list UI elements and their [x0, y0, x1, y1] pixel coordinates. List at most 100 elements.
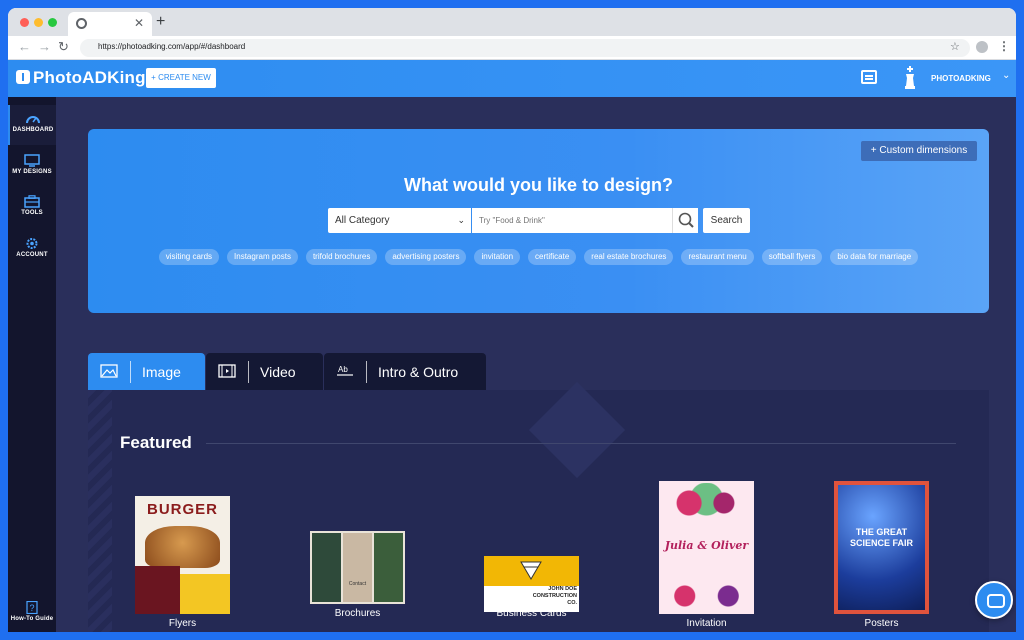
featured-card-brochures[interactable]: Contact Brochures [310, 531, 405, 619]
tag-chip[interactable]: advertising posters [385, 249, 467, 265]
chevron-down-icon[interactable]: ⌄ [1002, 70, 1010, 81]
toolbox-icon [24, 195, 40, 208]
chrome-icon [76, 18, 87, 29]
business-card-thumbnail: JOHN DOE CONSTRUCTION CO. [484, 556, 579, 612]
sidebar-item-account[interactable]: ACCOUNT [8, 230, 56, 270]
featured-card-business-cards[interactable]: JOHN DOE CONSTRUCTION CO. Business Cards [484, 556, 579, 619]
create-new-button[interactable]: + CREATE NEW [146, 68, 216, 88]
tab-image[interactable]: Image [88, 353, 205, 390]
chevron-down-icon: ⌄ [457, 215, 465, 225]
new-tab-button[interactable]: + [156, 12, 165, 32]
tab-divider [130, 361, 131, 383]
tab-label: Image [142, 364, 181, 380]
featured-card-invitation[interactable]: Julia & Oliver Invitation [659, 481, 754, 629]
dashboard-gauge-icon [26, 116, 40, 124]
bookmark-star-icon[interactable]: ☆ [950, 40, 960, 53]
thumbnail-title: Contact [348, 581, 367, 587]
tab-divider [248, 361, 249, 383]
brochure-thumbnail: Contact [310, 531, 405, 604]
sidebar: DASHBOARD MY DESIGNS TOOLS ACCOUNT ? How… [8, 97, 56, 632]
card-label: Flyers [168, 618, 197, 629]
tag-chip[interactable]: real estate brochures [584, 249, 674, 265]
sidebar-item-tools[interactable]: TOOLS [8, 188, 56, 228]
close-window-dot[interactable] [20, 18, 29, 27]
maximize-window-dot[interactable] [48, 18, 57, 27]
custom-dimensions-button[interactable]: + Custom dimensions [861, 141, 977, 161]
tag-chip[interactable]: softball flyers [761, 249, 823, 265]
app-logo[interactable]: PhotoADKing [33, 68, 146, 88]
search-button[interactable]: Search [703, 208, 750, 233]
browser-tab[interactable]: ✕ [68, 12, 152, 36]
chat-support-button[interactable] [975, 581, 1013, 619]
main-content: + Custom dimensions What would you like … [56, 97, 1016, 632]
sidebar-item-my-designs[interactable]: MY DESIGNS [8, 147, 56, 187]
tag-chip[interactable]: visiting cards [158, 249, 220, 265]
address-bar[interactable]: https://photoadking.com/app/#/dashboard [80, 39, 970, 57]
tag-chip[interactable]: trifold brochures [305, 249, 378, 265]
browser-window: ✕ + ← → ↻ https://photoadking.com/app/#/… [8, 8, 1016, 632]
browser-toolbar: ← → ↻ https://photoadking.com/app/#/dash… [8, 36, 1016, 60]
image-icon [100, 364, 118, 378]
how-to-guide-label: How-To Guide [10, 616, 54, 622]
search-row: All Category ⌄ Search [328, 208, 750, 233]
decorative-stripes [88, 390, 112, 632]
sidebar-item-label: TOOLS [21, 210, 43, 216]
tag-chip[interactable]: Instagram posts [227, 249, 298, 265]
featured-card-posters[interactable]: THE GREAT SCIENCE FAIR Posters [834, 481, 929, 629]
close-tab-icon[interactable]: ✕ [134, 16, 144, 30]
minimize-window-dot[interactable] [34, 18, 43, 27]
featured-panel: Featured BURGER Flyers Contact Brochures… [88, 381, 989, 632]
king-chess-icon[interactable] [903, 66, 917, 90]
featured-heading: Featured [120, 433, 192, 452]
how-to-guide-link[interactable]: ? How-To Guide [8, 597, 56, 632]
card-label: Invitation [686, 618, 727, 629]
sidebar-item-label: MY DESIGNS [12, 169, 52, 175]
design-search-hero: + Custom dimensions What would you like … [88, 129, 989, 313]
card-label: Business Cards [496, 608, 567, 619]
tab-strip: ✕ + [8, 8, 1016, 36]
poster-thumbnail: THE GREAT SCIENCE FAIR [834, 481, 929, 614]
user-name[interactable]: PHOTOADKING [931, 74, 991, 83]
thumbnail-title: THE GREAT SCIENCE FAIR [849, 527, 913, 548]
back-icon[interactable]: ← [18, 39, 31, 55]
decorative-diamond [528, 381, 626, 479]
card-label: Posters [864, 618, 899, 629]
invitation-thumbnail: Julia & Oliver [659, 481, 754, 614]
thumbnail-title: Julia & Oliver [664, 539, 749, 552]
sidebar-item-label: DASHBOARD [12, 127, 54, 133]
reload-icon[interactable]: ↻ [58, 39, 69, 55]
tag-chip[interactable]: certificate [528, 249, 577, 265]
tab-video[interactable]: Video [206, 353, 323, 390]
thumbnail-title: JOHN DOE CONSTRUCTION CO. [532, 586, 577, 606]
card-label: Brochures [334, 608, 381, 619]
profile-icon[interactable] [976, 41, 988, 53]
tag-chip[interactable]: restaurant menu [681, 249, 754, 265]
svg-text:?: ? [29, 603, 34, 613]
feedback-icon[interactable] [861, 70, 877, 84]
tab-label: Video [260, 364, 296, 380]
sidebar-item-dashboard[interactable]: DASHBOARD [8, 105, 56, 145]
sidebar-item-label: ACCOUNT [16, 252, 48, 258]
hero-title: What would you like to design? [404, 175, 673, 195]
monitor-icon [24, 154, 40, 167]
svg-text:Ab: Ab [338, 365, 348, 374]
suggested-tags: visiting cards Instagram posts trifold b… [88, 249, 989, 265]
search-icon[interactable] [672, 208, 698, 233]
featured-card-flyers[interactable]: BURGER Flyers [135, 496, 230, 629]
film-icon [218, 364, 236, 378]
app-header: PhotoADKing + CREATE NEW PHOTOADKING ⌄ [8, 60, 1016, 97]
browser-menu-icon[interactable]: ⋮ [998, 39, 1010, 53]
help-icon: ? [26, 601, 38, 614]
url-text: https://photoadking.com/app/#/dashboard [98, 42, 246, 51]
tab-divider [366, 361, 367, 383]
category-select[interactable]: All Category ⌄ [328, 208, 471, 233]
tab-label: Intro & Outro [378, 364, 459, 380]
forward-icon[interactable]: → [38, 39, 51, 55]
tag-chip[interactable]: invitation [474, 249, 521, 265]
gear-icon [26, 238, 38, 249]
search-input[interactable] [472, 208, 672, 233]
intro-text-icon: Ab [337, 365, 353, 376]
photoadking-logo-icon [16, 70, 30, 84]
tab-intro-outro[interactable]: Ab Intro & Outro [324, 353, 486, 390]
tag-chip[interactable]: bio data for marriage [830, 249, 919, 265]
